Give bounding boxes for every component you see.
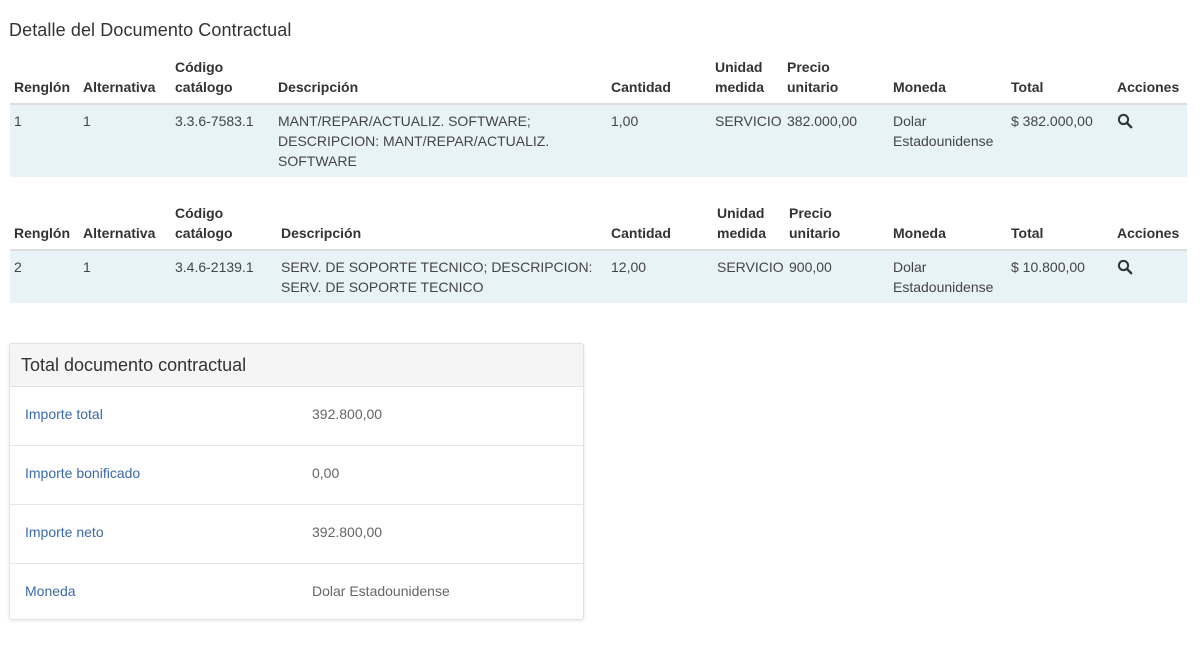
col-header-cantidad: Cantidad: [607, 203, 713, 251]
totals-label: Moneda: [25, 583, 76, 599]
cell-unidad: SERVICIO: [711, 104, 783, 177]
cell-alternativa: 1: [79, 250, 171, 303]
search-icon[interactable]: [1117, 259, 1133, 275]
cell-precio: 900,00: [785, 250, 889, 303]
totals-value: 0,00: [312, 465, 340, 481]
table-row: 2 1 3.4.6-2139.1 SERV. DE SOPORTE TECNIC…: [10, 250, 1187, 303]
table-header-row: Renglón Alternativa Código catálogo Descr…: [10, 57, 1187, 105]
cell-precio: 382.000,00: [783, 104, 889, 177]
col-header-moneda: Moneda: [889, 203, 1007, 251]
col-header-unidad: Unidad medida: [713, 203, 785, 251]
cell-unidad: SERVICIO: [713, 250, 785, 303]
totals-row-moneda: Moneda Dolar Estadounidense: [10, 564, 583, 619]
col-header-precio: Precio unitario: [785, 203, 889, 251]
cell-total: $ 10.800,00: [1007, 250, 1113, 303]
cell-renglon: 1: [10, 104, 79, 177]
col-header-unidad: Unidad medida: [711, 57, 783, 105]
totals-row-importe-neto: Importe neto 392.800,00: [10, 505, 583, 564]
col-header-cantidad: Cantidad: [607, 57, 711, 105]
search-icon[interactable]: [1117, 113, 1133, 129]
totals-value: 392.800,00: [312, 524, 383, 540]
item-table-2: Renglón Alternativa Código catálogo Descr…: [10, 203, 1187, 303]
cell-total: $ 382.000,00: [1007, 104, 1113, 177]
cell-descripcion: SERV. DE SOPORTE TECNICO; DESCRIPCION: S…: [277, 250, 607, 303]
col-header-alternativa: Alternativa: [79, 57, 171, 105]
col-header-total: Total: [1007, 203, 1113, 251]
col-header-acciones: Acciones: [1113, 203, 1187, 251]
totals-panel-title: Total documento contractual: [10, 344, 583, 387]
col-header-renglon: Renglón: [10, 57, 79, 105]
col-header-descripcion: Descripción: [277, 203, 607, 251]
col-header-codigo: Código catálogo: [171, 203, 277, 251]
totals-label: Importe neto: [25, 524, 104, 540]
item-table-1: Renglón Alternativa Código catálogo Descr…: [10, 57, 1187, 177]
col-header-moneda: Moneda: [889, 57, 1007, 105]
cell-cantidad: 12,00: [607, 250, 713, 303]
col-header-descripcion: Descripción: [274, 57, 607, 105]
page: Detalle del Documento Contractual Rengló…: [0, 0, 1200, 646]
cell-alternativa: 1: [79, 104, 171, 177]
totals-value: 392.800,00: [312, 406, 383, 422]
col-header-precio: Precio unitario: [783, 57, 889, 105]
cell-cantidad: 1,00: [607, 104, 711, 177]
col-header-total: Total: [1007, 57, 1113, 105]
table-header-row: Renglón Alternativa Código catálogo Descr…: [10, 203, 1187, 251]
cell-renglon: 2: [10, 250, 79, 303]
totals-value: Dolar Estadounidense: [312, 583, 450, 599]
cell-moneda: Dolar Estadounidense: [889, 104, 1007, 177]
col-header-acciones: Acciones: [1113, 57, 1187, 105]
page-title: Detalle del Documento Contractual: [9, 20, 292, 40]
cell-moneda: Dolar Estadounidense: [889, 250, 1007, 303]
totals-row-importe-bonificado: Importe bonificado 0,00: [10, 446, 583, 505]
col-header-alternativa: Alternativa: [79, 203, 171, 251]
cell-codigo: 3.4.6-2139.1: [171, 250, 277, 303]
col-header-renglon: Renglón: [10, 203, 79, 251]
totals-panel: Total documento contractual Importe tota…: [9, 343, 584, 620]
totals-label: Importe bonificado: [25, 465, 141, 481]
cell-descripcion: MANT/REPAR/ACTUALIZ. SOFTWARE; DESCRIPCI…: [274, 104, 607, 177]
col-header-codigo: Código catálogo: [171, 57, 274, 105]
table-row: 1 1 3.3.6-7583.1 MANT/REPAR/ACTUALIZ. SO…: [10, 104, 1187, 177]
totals-row-importe-total: Importe total 392.800,00: [10, 387, 583, 446]
totals-label: Importe total: [25, 406, 103, 422]
cell-acciones: [1113, 250, 1187, 303]
cell-acciones: [1113, 104, 1187, 177]
cell-codigo: 3.3.6-7583.1: [171, 104, 274, 177]
